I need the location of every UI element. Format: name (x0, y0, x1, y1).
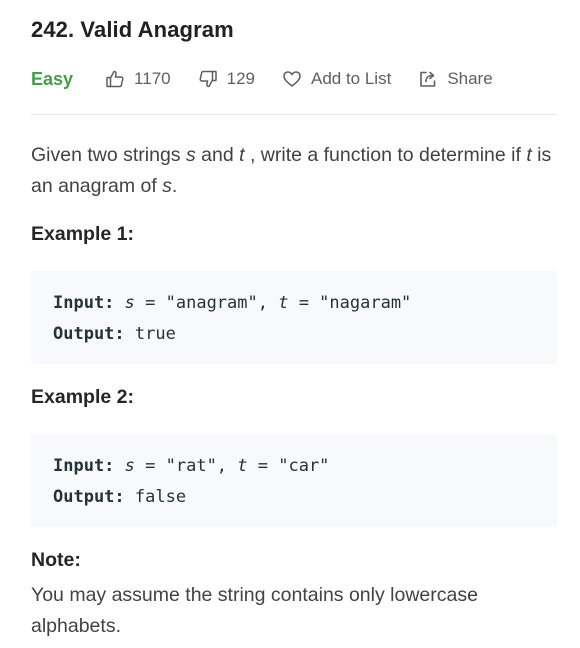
example-1-title: Example 1: (31, 223, 134, 245)
header-divider (31, 114, 557, 115)
dislike-button[interactable]: 129 (198, 69, 255, 89)
thumbs-down-icon (199, 70, 217, 88)
share-label: Share (447, 69, 493, 88)
add-to-list-label: Add to List (310, 69, 392, 88)
note-text: You may assume the string contains only … (31, 584, 478, 637)
problem-meta-bar: Easy 1170 129 Add to List Share (31, 65, 557, 93)
problem-description: Given two strings s and t , write a func… (31, 144, 552, 197)
add-to-list-button[interactable]: Add to List (282, 69, 391, 89)
example-2-code-block: Input: s = "rat", t = "car" Output: fals… (31, 434, 557, 527)
share-icon (420, 71, 436, 87)
variable-s: s (162, 175, 172, 197)
thumbs-up-icon (106, 70, 124, 88)
like-button[interactable]: 1170 (105, 69, 171, 89)
like-count: 1170 (134, 69, 171, 88)
heart-icon (283, 71, 301, 87)
note-title: Note: (31, 549, 81, 571)
dislike-count: 129 (226, 69, 255, 88)
difficulty-badge: Easy (31, 68, 74, 89)
share-button[interactable]: Share (418, 69, 493, 89)
example-1-code-block: Input: s = "anagram", t = "nagaram" Outp… (31, 271, 557, 364)
problem-title: 242. Valid Anagram (31, 17, 234, 42)
example-2-title: Example 2: (31, 386, 134, 408)
variable-s: s (185, 144, 196, 166)
